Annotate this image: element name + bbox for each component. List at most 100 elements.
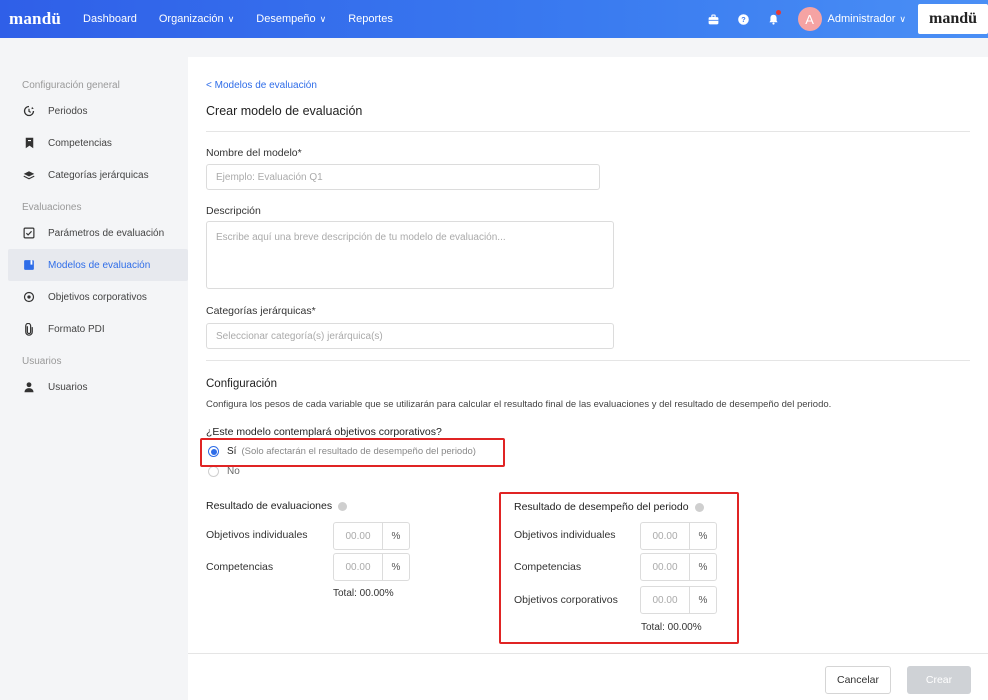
model-name-label: Nombre del modelo*: [206, 147, 302, 159]
radio-button[interactable]: [208, 446, 219, 457]
clock-icon: [22, 104, 36, 118]
perf-row-label: Objetivos individuales: [514, 529, 616, 541]
nav-desempeno-label: Desempeño: [256, 13, 316, 25]
main-panel: < Modelos de evaluación Crear modelo de …: [188, 57, 988, 700]
eval-row-label: Competencias: [206, 561, 274, 573]
percentage-unit: %: [698, 561, 708, 573]
evaluation-results-title-text: Resultado de evaluaciones: [206, 500, 333, 512]
radio-option-label: Sí: [227, 446, 237, 457]
divider: [206, 131, 970, 132]
layers-icon: [22, 168, 36, 182]
radio-option-no[interactable]: No: [208, 466, 240, 477]
page-title: Crear modelo de evaluación: [206, 104, 363, 118]
percentage-unit: %: [698, 594, 708, 606]
percentage-unit: %: [391, 530, 401, 542]
user-menu[interactable]: Administrador ∨: [828, 13, 906, 25]
radio-button[interactable]: [208, 466, 219, 477]
target-icon: [22, 290, 36, 304]
percentage-unit: %: [391, 561, 401, 573]
sidebar-item-parametros[interactable]: Parámetros de evaluación: [8, 217, 188, 249]
percentage-unit: %: [698, 530, 708, 542]
nav-reportes-label: Reportes: [348, 13, 393, 25]
radio-option-si[interactable]: Sí (Solo afectarán el resultado de desem…: [208, 446, 476, 457]
checkbox-icon: [22, 226, 36, 240]
sidebar-item-usuarios[interactable]: Usuarios: [8, 371, 188, 403]
divider: [188, 653, 988, 654]
sidebar-item-formato-pdi[interactable]: Formato PDI: [8, 313, 188, 345]
nav-organizacion-label: Organización: [158, 13, 224, 25]
sidebar-item-modelos[interactable]: Modelos de evaluación: [8, 249, 188, 281]
create-button[interactable]: Crear: [907, 666, 971, 694]
help-icon[interactable]: ?: [730, 0, 758, 38]
sidebar-item-label: Formato PDI: [48, 323, 105, 335]
percentage-value[interactable]: 00.00: [641, 587, 690, 613]
description-label: Descripción: [206, 205, 261, 217]
percentage-value[interactable]: 00.00: [641, 554, 690, 580]
perf-individual-objectives-input[interactable]: 00.00 %: [640, 522, 717, 550]
book-icon: [22, 258, 36, 272]
eval-individual-objectives-input[interactable]: 00.00 %: [333, 522, 410, 550]
client-logo: mandü: [918, 4, 988, 34]
sidebar-item-label: Usuarios: [48, 381, 88, 393]
sidebar-section-title: Evaluaciones: [22, 201, 82, 213]
divider: [206, 360, 970, 361]
sidebar-item-label: Parámetros de evaluación: [48, 227, 165, 239]
categories-select[interactable]: Seleccionar categoría(s) jerárquica(s): [206, 323, 614, 349]
notification-badge: [775, 10, 781, 15]
avatar[interactable]: A: [797, 7, 822, 31]
bookmark-icon: [22, 136, 36, 150]
nav-dashboard-label: Dashboard: [83, 13, 137, 25]
info-icon[interactable]: [694, 502, 704, 512]
sidebar-item-label: Modelos de evaluación: [48, 259, 151, 271]
categories-label: Categorías jerárquicas*: [206, 305, 316, 317]
eval-total: Total: 00.00%: [333, 588, 394, 599]
percentage-value[interactable]: 00.00: [334, 554, 383, 580]
paperclip-icon: [22, 322, 36, 336]
user-menu-label: Administrador: [827, 13, 896, 25]
perf-total: Total: 00.00%: [641, 622, 702, 633]
topbar-actions: ? A Administrador ∨ mandü: [700, 0, 988, 38]
config-title: Configuración: [206, 378, 277, 390]
briefcase-icon[interactable]: [700, 0, 728, 38]
svg-text:?: ?: [741, 15, 746, 24]
percentage-value[interactable]: 00.00: [641, 523, 690, 549]
config-description: Configura los pesos de cada variable que…: [206, 399, 832, 410]
sidebar: Configuración general Periodos Competenc…: [8, 57, 188, 700]
description-textarea[interactable]: Escribe aquí una breve descripción de tu…: [206, 221, 614, 289]
cancel-button[interactable]: Cancelar: [825, 666, 891, 694]
bell-icon[interactable]: [760, 0, 788, 38]
evaluation-results-title: Resultado de evaluaciones: [206, 500, 348, 512]
chevron-down-icon: ∨: [899, 13, 906, 24]
eval-row-label: Objetivos individuales: [206, 529, 308, 541]
nav-dashboard[interactable]: Dashboard: [83, 13, 137, 25]
breadcrumb[interactable]: < Modelos de evaluación: [206, 80, 317, 91]
sidebar-item-label: Periodos: [48, 105, 88, 117]
sidebar-item-objetivos[interactable]: Objetivos corporativos: [8, 281, 188, 313]
nav-desempeno[interactable]: Desempeño ∨: [256, 13, 326, 25]
sidebar-item-categorias[interactable]: Categorías jerárquicas: [8, 159, 188, 191]
brand-logo[interactable]: mandü: [9, 9, 61, 29]
performance-results-title: Resultado de desempeño del periodo: [514, 501, 704, 513]
radio-option-note: (Solo afectarán el resultado de desempeñ…: [241, 446, 476, 457]
top-navigation-bar: mandü Dashboard Organización ∨ Desempeño ∨…: [0, 0, 988, 38]
nav-reportes[interactable]: Reportes: [348, 13, 393, 25]
sidebar-item-competencias[interactable]: Competencias: [8, 127, 188, 159]
sidebar-section-title: Usuarios: [22, 355, 62, 367]
perf-corporate-objectives-input[interactable]: 00.00 %: [640, 586, 717, 614]
percentage-value[interactable]: 00.00: [334, 523, 383, 549]
corporate-objectives-question: ¿Este modelo contemplará objetivos corpo…: [206, 426, 442, 438]
sidebar-item-label: Categorías jerárquicas: [48, 169, 149, 181]
info-icon[interactable]: [338, 501, 348, 511]
eval-competencies-input[interactable]: 00.00 %: [333, 553, 410, 581]
model-name-input[interactable]: Ejemplo: Evaluación Q1: [206, 164, 600, 190]
sidebar-item-periodos[interactable]: Periodos: [8, 95, 188, 127]
perf-row-label: Competencias: [514, 561, 582, 573]
user-icon: [22, 380, 36, 394]
sidebar-section-title: Configuración general: [22, 79, 120, 91]
performance-results-title-text: Resultado de desempeño del periodo: [514, 501, 689, 513]
perf-row-label: Objetivos corporativos: [514, 594, 618, 606]
sidebar-item-label: Competencias: [48, 137, 112, 149]
chevron-down-icon: ∨: [227, 13, 235, 24]
perf-competencies-input[interactable]: 00.00 %: [640, 553, 717, 581]
nav-organizacion[interactable]: Organización ∨: [159, 13, 234, 25]
